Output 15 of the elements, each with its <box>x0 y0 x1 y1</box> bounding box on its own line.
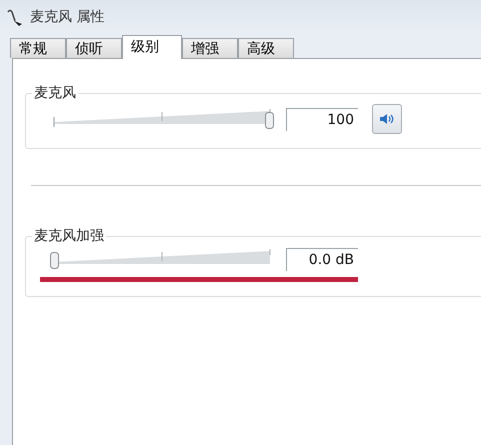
window-title: 麦克风 属性 <box>30 8 104 26</box>
tab[interactable]: 增强 <box>182 38 238 58</box>
tab[interactable]: 常规 <box>10 38 66 58</box>
value-field[interactable]: 0.0 dB <box>286 248 358 270</box>
group-title: 麦克风 <box>33 84 77 103</box>
microphone-icon <box>6 8 24 26</box>
tab[interactable]: 级别 <box>122 35 182 59</box>
tab[interactable]: 高级 <box>238 38 294 58</box>
group-title: 麦克风加强 <box>33 227 105 246</box>
slider-thumb[interactable] <box>50 252 59 269</box>
speaker-icon <box>379 113 395 125</box>
value-field[interactable]: 100 <box>286 108 358 130</box>
tab[interactable]: 侦听 <box>66 38 122 58</box>
speaker-button[interactable] <box>372 104 402 134</box>
slider-thumb[interactable] <box>265 112 274 129</box>
